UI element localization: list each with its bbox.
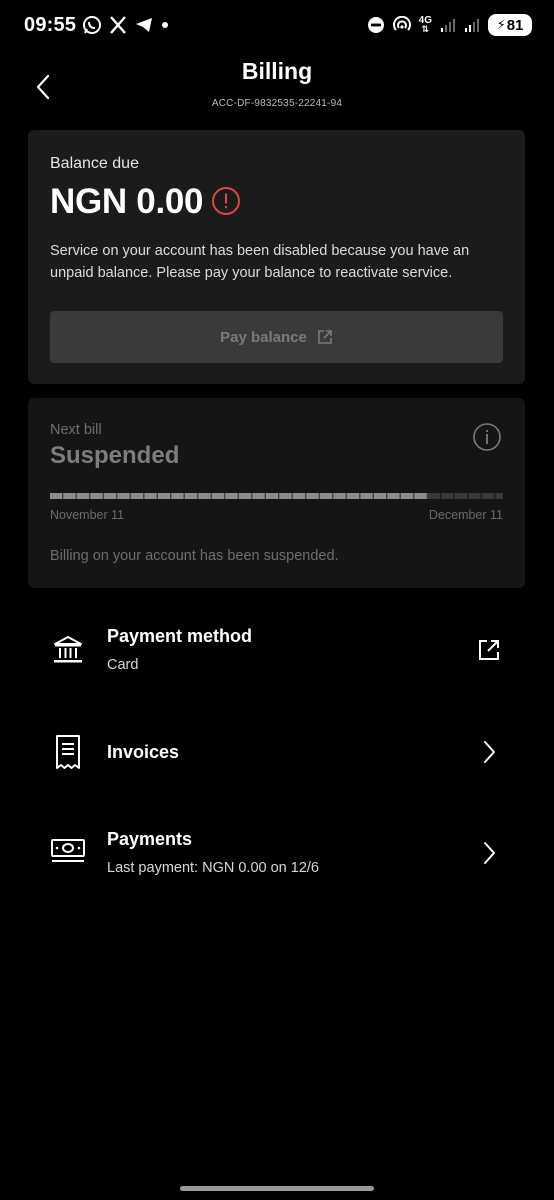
chevron-right-icon[interactable] [474,737,504,767]
progress-fill [50,493,429,499]
billing-suspended-note: Billing on your account has been suspend… [50,548,339,564]
battery-icon: ⚡ 81 [488,14,532,36]
pay-balance-button[interactable]: Pay balance [50,311,503,363]
chevron-right-icon[interactable] [474,838,504,868]
next-bill-label: Next bill [50,422,102,438]
payment-method-row[interactable]: Payment method Card [0,610,554,700]
do-not-disturb-icon [367,17,384,33]
cash-icon [50,831,86,871]
dot-icon [162,22,168,28]
4g-icon: 4G ⇅ [418,15,432,34]
period-start-date: November 11 [50,508,125,522]
system-icons: 4G ⇅ ⚡ 81 [367,14,532,36]
status-time: 09:55 [24,14,77,36]
payments-row[interactable]: Payments Last payment: NGN 0.00 on 12/6 [0,815,554,895]
next-bill-status: Suspended [50,442,180,469]
info-icon[interactable] [472,422,502,452]
progress-remaining [428,493,503,499]
signal-icon [441,19,455,32]
pay-balance-label: Pay balance [220,328,307,346]
billing-screen: 09:55 4G ⇅ ⚡ 81 Billing ACC-DF-9832535-2… [0,0,554,1200]
battery-level: 81 [506,16,524,34]
page-title: Billing [241,58,313,84]
balance-label: Balance due [50,155,139,172]
account-id: ACC-DF-9832535-22241-94 [211,98,343,109]
balance-message: Service on your account has been disable… [50,243,470,281]
status-bar: 09:55 4G ⇅ ⚡ 81 [0,0,554,52]
hotspot-icon [392,16,411,31]
x-icon [110,16,126,34]
charging-icon: ⚡ [496,17,506,32]
payment-method-title: Payment method [107,626,253,646]
whatsapp-icon [83,16,101,34]
balance-amount: NGN 0.00 [50,182,204,221]
external-link-icon [318,330,332,344]
period-end-date: December 11 [428,508,503,522]
receipt-icon [50,732,86,772]
alert-icon [212,187,240,215]
signal-icon [465,19,479,32]
home-indicator[interactable] [180,1186,374,1191]
bank-icon [50,630,86,670]
last-payment-text: Last payment: NGN 0.00 on 12/6 [107,860,319,876]
external-link-icon[interactable] [474,635,504,665]
invoices-row[interactable]: Invoices [0,720,554,790]
notification-icons [82,15,170,35]
payment-method-subtitle: Card [107,657,139,673]
payments-title: Payments [107,829,193,849]
balance-card: Balance due NGN 0.00 Service on your acc… [28,130,525,384]
telegram-icon [136,18,152,32]
billing-period-progress [50,493,503,499]
next-bill-card: Next bill Suspended November 11 December… [28,398,525,588]
invoices-title: Invoices [107,742,180,762]
